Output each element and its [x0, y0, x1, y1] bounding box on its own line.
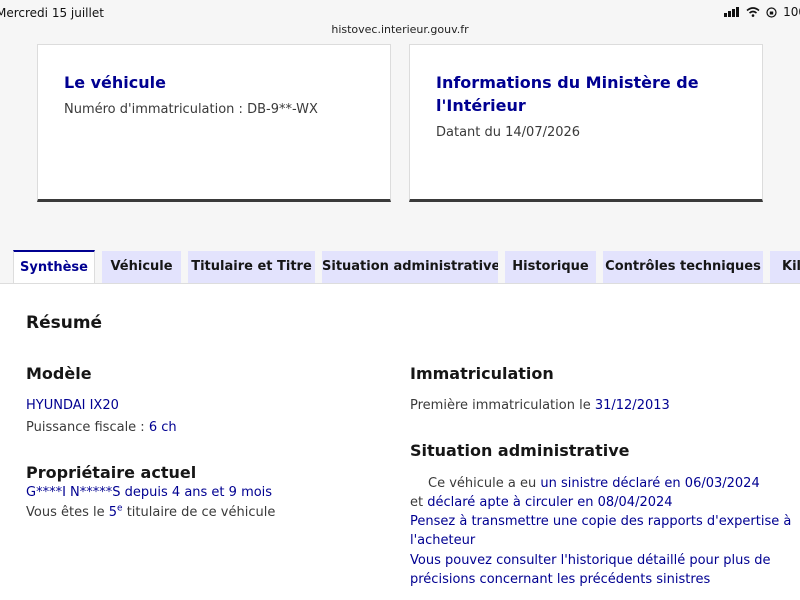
fiscal-power-value: 6 ch — [148, 420, 177, 435]
battery-level: 100 — [783, 5, 800, 19]
vehicle-card-title: Le véhicule — [64, 73, 166, 92]
admin-heading: Situation administrative — [410, 441, 630, 460]
vehicle-card: Le véhicule Numéro d'immatriculation : D… — [37, 44, 391, 202]
tab-synthese[interactable]: Synthèse — [13, 250, 95, 284]
owner-line: G****I N*****S depuis 4 ans et 9 mois — [26, 485, 273, 500]
synthese-panel: Résumé Modèle HYUNDAI IX20 Puissance fis… — [0, 283, 800, 600]
summary-title: Résumé — [26, 313, 103, 333]
fit-to-drive-link[interactable]: déclaré apte à circuler en 08/04/2024 — [427, 495, 672, 510]
first-registration-date: 31/12/2013 — [594, 398, 670, 413]
admin-claim-line: Ce véhicule a eu un sinistre déclaré en … — [428, 476, 760, 491]
address-bar[interactable]: histovec.interieur.gouv.fr — [0, 23, 800, 36]
tab-situation-administrative[interactable]: Situation administrative — [322, 251, 498, 283]
owner-heading: Propriétaire actuel — [26, 463, 197, 482]
tab-kilometrage[interactable]: Kilo — [770, 251, 800, 283]
orientation-lock-icon — [766, 6, 777, 18]
model-value: HYUNDAI IX20 — [26, 398, 119, 413]
registration-heading: Immatriculation — [410, 364, 554, 383]
signal-icon — [724, 7, 740, 17]
ministry-card-title: Informations du Ministère de l'Intérieur — [436, 73, 699, 115]
tab-controles-techniques[interactable]: Contrôles techniques — [603, 251, 763, 283]
tab-bar: Synthèse Véhicule Titulaire et Titre Sit… — [0, 250, 800, 284]
status-bar: Mercredi 15 juillet 100 — [0, 0, 800, 22]
expertise-note-line2: l'acheteur — [410, 533, 476, 548]
expertise-note-line1: Pensez à transmettre une copie des rappo… — [410, 514, 792, 529]
tab-vehicule[interactable]: Véhicule — [102, 251, 181, 283]
info-cards: Le véhicule Numéro d'immatriculation : D… — [0, 44, 800, 204]
first-registration: Première immatriculation le 31/12/2013 — [410, 398, 670, 413]
owner-rank: Vous êtes le 5e titulaire de ce véhicule — [26, 503, 276, 520]
owner-name: G****I N*****S — [26, 485, 121, 500]
plate-number: DB-9**-WX — [247, 102, 318, 117]
tab-historique[interactable]: Historique — [505, 251, 596, 283]
wifi-icon — [746, 7, 760, 17]
fiscal-power: Puissance fiscale : 6 ch — [26, 420, 177, 435]
model-heading: Modèle — [26, 364, 92, 383]
owner-rank-value: 5e — [108, 503, 123, 520]
tab-titulaire-titre[interactable]: Titulaire et Titre — [188, 251, 315, 283]
owner-duration: 4 ans et 9 mois — [171, 485, 273, 500]
ministry-date: Datant du 14/07/2026 — [436, 125, 581, 140]
history-note-line2: précisions concernant les précédents sin… — [410, 572, 711, 587]
status-date: Mercredi 15 juillet — [0, 6, 104, 20]
status-icons: 100 — [724, 5, 800, 19]
admin-fit-line: et déclaré apte à circuler en 08/04/2024 — [410, 495, 673, 510]
history-note-line1: Vous pouvez consulter l'historique détai… — [410, 553, 771, 568]
ministry-card: Informations du Ministère de l'Intérieur … — [409, 44, 763, 202]
plate-text: Numéro d'immatriculation : DB-9**-WX — [64, 102, 318, 117]
claim-link[interactable]: un sinistre déclaré en 06/03/2024 — [540, 476, 759, 491]
